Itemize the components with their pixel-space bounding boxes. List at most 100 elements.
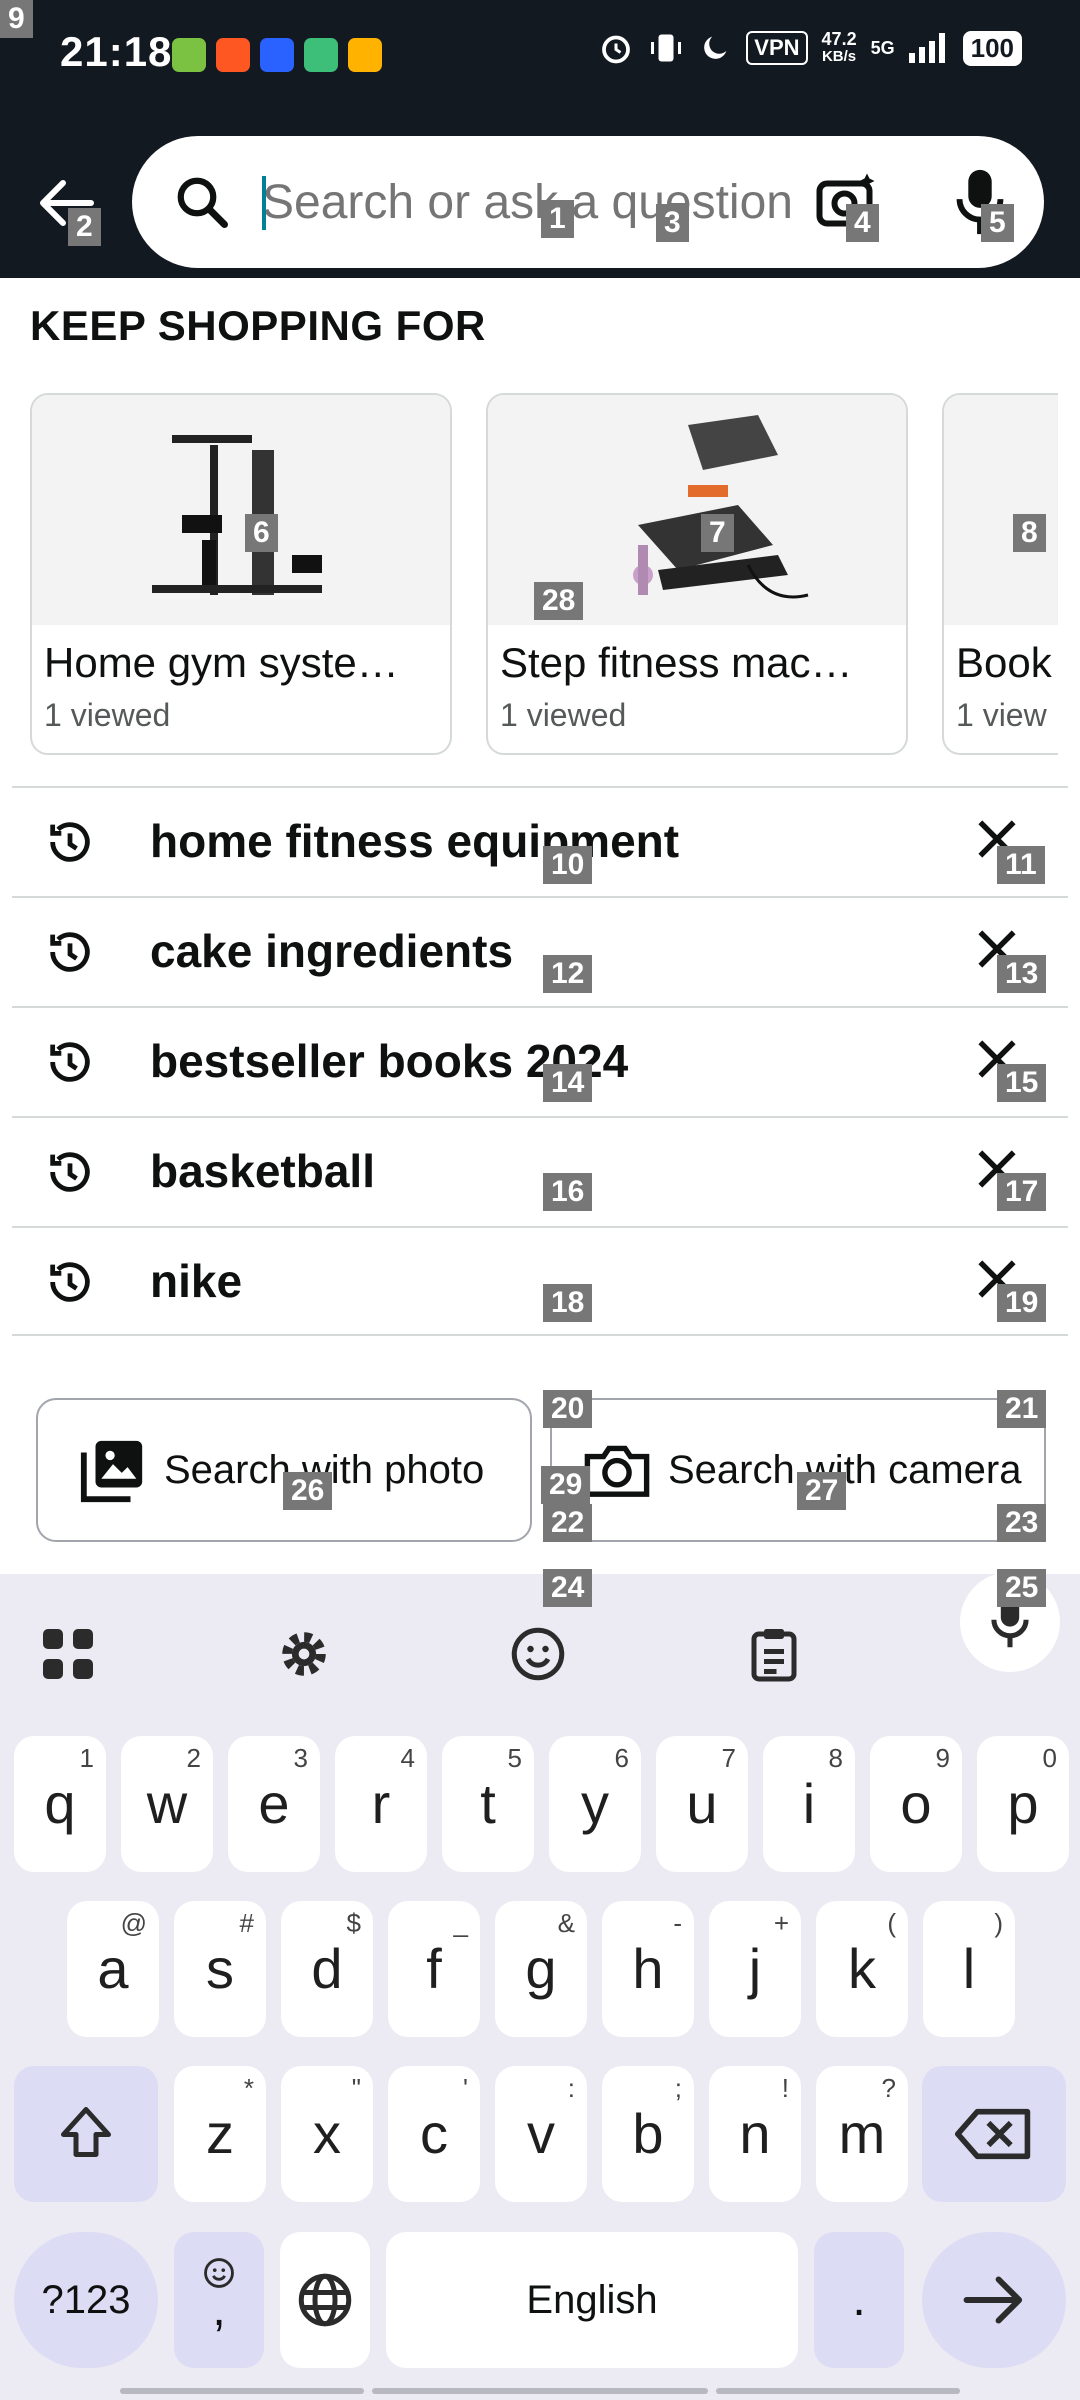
clipboard-button[interactable] <box>734 1614 814 1694</box>
key-d[interactable]: $ d <box>281 1901 373 2037</box>
shift-key[interactable] <box>14 2066 158 2202</box>
app-notification-icon <box>216 38 250 72</box>
overlay-marker: 21 <box>997 1390 1047 1428</box>
app-notification-icon <box>304 38 338 72</box>
overlay-marker: 2 <box>68 208 101 246</box>
key-hint: 8 <box>828 1743 843 1773</box>
overlay-marker: 10 <box>543 846 593 884</box>
key-v[interactable]: :v <box>495 2066 587 2202</box>
language-key[interactable] <box>280 2232 370 2368</box>
history-label: basketball <box>150 1145 375 1197</box>
key-g[interactable]: & g <box>495 1901 587 2037</box>
space-label: English <box>526 2278 658 2322</box>
key-h[interactable]: -h <box>602 1901 694 2037</box>
key-p[interactable]: 0p <box>977 1736 1069 1872</box>
keep-shopping-card[interactable]: Step fitness mac… 1 viewed <box>486 393 908 755</box>
key-t[interactable]: 5t <box>442 1736 534 1872</box>
search-with-photo-button[interactable]: Search with photo <box>36 1398 532 1542</box>
search-bar[interactable] <box>132 136 1044 268</box>
text-caret <box>262 176 266 230</box>
search-history-item[interactable]: bestseller books 2024 <box>12 1008 1068 1116</box>
key-a[interactable]: @ a <box>67 1901 159 2037</box>
key-b[interactable]: ; b <box>602 2066 694 2202</box>
key-hint: 1 <box>79 1743 94 1773</box>
comma-key[interactable]: , <box>174 2232 264 2368</box>
key-z[interactable]: * z <box>174 2066 266 2202</box>
keyboard-apps-button[interactable] <box>28 1614 108 1694</box>
key-l[interactable]: ) l <box>923 1901 1015 2037</box>
space-bar[interactable]: English <box>386 2232 798 2368</box>
key-hint: 2 <box>186 1743 201 1773</box>
enter-key[interactable] <box>922 2232 1066 2368</box>
product-image <box>32 395 450 625</box>
speed-value: 47.2 <box>821 29 857 49</box>
key-hint: - <box>673 1908 682 1938</box>
key-j[interactable]: + j <box>709 1901 801 2037</box>
key-label: j <box>748 1937 762 2000</box>
overlay-marker: 14 <box>543 1064 593 1102</box>
overlay-marker: 6 <box>245 514 278 552</box>
key-label: e <box>258 1772 290 1835</box>
key-r[interactable]: 4r <box>335 1736 427 1872</box>
card-title: Book <box>956 639 1052 686</box>
key-label: p <box>1007 1772 1039 1835</box>
key-hint: 7 <box>721 1743 736 1773</box>
key-i[interactable]: 8i <box>763 1736 855 1872</box>
keep-shopping-card[interactable]: Home gym syste… 1 viewed <box>30 393 452 755</box>
key-e[interactable]: 3e <box>228 1736 320 1872</box>
key-label: c <box>420 2102 448 2165</box>
globe-icon <box>298 2273 352 2327</box>
key-n[interactable]: ! n <box>709 2066 801 2202</box>
overlay-marker: 12 <box>543 955 593 993</box>
history-label: nike <box>150 1255 243 1307</box>
key-label: w <box>146 1772 188 1835</box>
search-history-item[interactable]: nike <box>12 1228 1068 1336</box>
key-c[interactable]: ' c <box>388 2066 480 2202</box>
backspace-icon <box>955 2108 1031 2160</box>
key-m[interactable]: ? m <box>816 2066 908 2202</box>
key-s[interactable]: # s <box>174 1901 266 2037</box>
key-hint: * <box>243 2073 254 2103</box>
key-o[interactable]: 9o <box>870 1736 962 1872</box>
photo-gallery-icon <box>80 1440 143 1503</box>
key-q[interactable]: 1q <box>14 1736 106 1872</box>
search-history-item[interactable]: home fitness equipment <box>12 788 1068 896</box>
card-viewed-count: 1 viewed <box>44 697 171 733</box>
overlay-marker: 25 <box>997 1569 1047 1607</box>
period-key[interactable]: . <box>814 2232 904 2368</box>
key-y[interactable]: 6y <box>549 1736 641 1872</box>
key-hint: 3 <box>293 1743 308 1773</box>
overlay-marker: 26 <box>283 1472 333 1510</box>
key-w[interactable]: 2w <box>121 1736 213 1872</box>
key-f[interactable]: _ f <box>388 1901 480 2037</box>
search-with-camera-button[interactable]: Search with camera <box>550 1398 1046 1542</box>
camera-icon <box>584 1445 650 1497</box>
keyboard-settings-button[interactable] <box>264 1614 344 1694</box>
key-label: z <box>206 2102 234 2165</box>
comma-label: , <box>212 2283 226 2336</box>
key-hint: # <box>239 1908 254 1938</box>
nav-handle <box>120 2388 364 2394</box>
backspace-key[interactable] <box>922 2066 1066 2202</box>
search-history-item[interactable]: cake ingredients <box>12 898 1068 1006</box>
network-type: 5G <box>870 37 895 58</box>
key-k[interactable]: (k <box>816 1901 908 2037</box>
key-label: b <box>632 2102 664 2165</box>
key-hint: 9 <box>935 1743 950 1773</box>
overlay-marker: 16 <box>543 1173 593 1211</box>
emoji-button[interactable] <box>498 1614 578 1694</box>
symbols-key[interactable]: ?123 <box>14 2232 158 2368</box>
key-x[interactable]: " x <box>281 2066 373 2202</box>
key-hint: : <box>567 2073 575 2103</box>
card-viewed-count: 1 viewed <box>500 697 627 733</box>
search-history-item[interactable]: basketball <box>12 1118 1068 1226</box>
period-label: . <box>852 2273 866 2326</box>
overlay-marker: 7 <box>701 514 734 552</box>
key-hint: + <box>773 1908 789 1938</box>
overlay-marker: 22 <box>543 1504 593 1542</box>
key-hint: _ <box>453 1908 468 1938</box>
battery-indicator: 100 <box>962 30 1022 66</box>
key-label: k <box>848 1937 876 2000</box>
emoji-icon <box>511 1627 565 1681</box>
key-u[interactable]: 7u <box>656 1736 748 1872</box>
